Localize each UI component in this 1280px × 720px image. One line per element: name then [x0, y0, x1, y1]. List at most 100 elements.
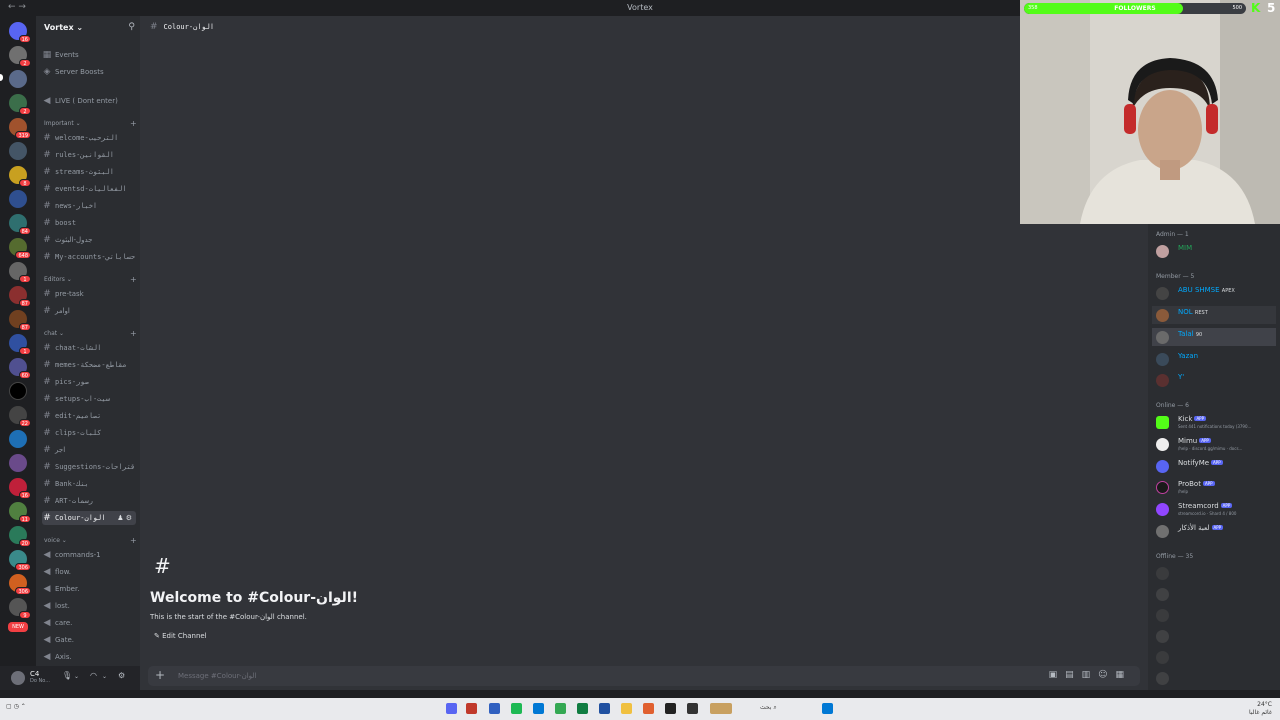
server-icon[interactable]: 1	[9, 334, 31, 355]
channel-item[interactable]: # setups-سيت-اب	[42, 392, 136, 406]
chevron-down-icon[interactable]: ⌄	[74, 673, 79, 680]
channel-item[interactable]: # clips-كلبات	[42, 426, 136, 440]
channel-item[interactable]: # اوامر	[42, 304, 136, 318]
server-icon[interactable]	[9, 430, 27, 448]
server-icon[interactable]	[9, 382, 27, 400]
server-icon[interactable]: 11	[9, 502, 31, 523]
server-icon[interactable]: 84	[9, 214, 31, 235]
mic-icon[interactable]: 🎙	[62, 671, 72, 680]
app-icon[interactable]	[710, 703, 732, 714]
edge-icon[interactable]	[533, 703, 544, 714]
server-icon[interactable]: 22	[9, 406, 31, 427]
server-icon[interactable]: 1	[9, 262, 31, 283]
channel-item[interactable]: # My-accounts-حساباتي	[42, 250, 136, 264]
member-item[interactable]: Mimu APP /help · discord.gg/mimu · docs..…	[1152, 435, 1276, 453]
voice-channel[interactable]: ◀ Axis.	[42, 650, 136, 664]
member-item[interactable]: Talal 90	[1152, 328, 1276, 346]
app-icon[interactable]	[489, 703, 500, 714]
server-icon[interactable]	[9, 454, 27, 472]
chevron-down-icon[interactable]: ⌄	[102, 673, 107, 680]
app-icon[interactable]	[687, 703, 698, 714]
home-icon[interactable]: 16	[9, 22, 31, 43]
excel-icon[interactable]	[577, 703, 588, 714]
windows-start-icon[interactable]	[822, 703, 833, 714]
category-chat[interactable]: chat ⌄ +	[44, 329, 137, 338]
member-item-offline[interactable]	[1152, 627, 1276, 645]
channel-item[interactable]: # streams-البثوث	[42, 165, 136, 179]
channel-item[interactable]: # edit-تصاميم	[42, 409, 136, 423]
channel-item-selected[interactable]: # Colour-الوان ♟ ⚙	[42, 511, 136, 525]
plus-icon[interactable]: +	[155, 668, 165, 682]
app-icon[interactable]	[665, 703, 676, 714]
app-icon[interactable]	[466, 703, 477, 714]
headphones-icon[interactable]: ◠	[90, 671, 97, 680]
voice-channel[interactable]: ◀ Gate.	[42, 633, 136, 647]
channel-item[interactable]: # chaat-الشات	[42, 341, 136, 355]
member-item[interactable]: لعبة الأذكار APP	[1152, 522, 1276, 540]
server-icon[interactable]: 2	[9, 46, 31, 67]
server-icon[interactable]: 60	[9, 358, 31, 379]
server-icon[interactable]	[9, 70, 27, 88]
server-icon[interactable]	[9, 190, 27, 208]
tray-left-icons[interactable]: ▢ ◷ ⌃	[6, 703, 26, 710]
channel-item[interactable]: # boost	[42, 216, 136, 230]
channel-item[interactable]: # Suggestions-اقتراحات	[42, 460, 136, 474]
voice-channel-live[interactable]: ◀ LIVE ( Dont enter)	[42, 94, 136, 108]
new-badge[interactable]: NEW	[8, 622, 28, 632]
member-item-offline[interactable]	[1152, 585, 1276, 603]
voice-channel[interactable]: ◀ flow.	[42, 565, 136, 579]
channel-item[interactable]: # pre-task	[42, 287, 136, 301]
message-input[interactable]: Message #Colour-الوان	[178, 672, 256, 680]
voice-channel[interactable]: ◀ care.	[42, 616, 136, 630]
spotify-icon[interactable]	[511, 703, 522, 714]
channel-item[interactable]: # memes-مقاطع-مضحكة	[42, 358, 136, 372]
member-item-offline[interactable]	[1152, 669, 1276, 687]
sidebar-item-events[interactable]: ▦ Events	[42, 48, 136, 62]
channel-item[interactable]: # جدول-البثوث	[42, 233, 136, 247]
channel-item[interactable]: # eventsd-الفعاليات	[42, 182, 136, 196]
taskbar-search[interactable]: بحث ⌕	[760, 704, 777, 712]
category-voice[interactable]: voice ⌄ +	[44, 536, 137, 545]
voice-channel[interactable]: ◀ commands-1	[42, 548, 136, 562]
server-icon[interactable]: 9	[9, 598, 31, 619]
discord-icon[interactable]	[446, 703, 457, 714]
channel-item[interactable]: # news-اخبار	[42, 199, 136, 213]
server-icon[interactable]: 306	[9, 550, 31, 571]
server-icon[interactable]: 16	[9, 478, 31, 499]
gear-icon[interactable]: ⚙	[118, 671, 125, 680]
edit-channel-button[interactable]: ✎ Edit Channel	[150, 631, 211, 641]
channel-item[interactable]: # ART-رسمات	[42, 494, 136, 508]
server-icon[interactable]: 20	[9, 526, 31, 547]
member-item-offline[interactable]	[1152, 564, 1276, 582]
app-icon[interactable]	[643, 703, 654, 714]
server-name-menu[interactable]: Vortex ⌄	[44, 23, 83, 32]
server-icon[interactable]	[9, 142, 27, 160]
server-icon[interactable]: 306	[9, 574, 31, 595]
avatar[interactable]	[11, 671, 25, 685]
message-composer[interactable]: + Message #Colour-الوان ▣▤▥☺▦	[148, 666, 1140, 686]
channel-item[interactable]: # pics-صور	[42, 375, 136, 389]
server-icon[interactable]: 87	[9, 286, 31, 307]
voice-channel[interactable]: ◀ lost.	[42, 599, 136, 613]
member-item-offline[interactable]	[1152, 648, 1276, 666]
folder-icon[interactable]	[621, 703, 632, 714]
member-item[interactable]: MIM	[1152, 242, 1276, 260]
server-icon[interactable]: 87	[9, 310, 31, 331]
member-item[interactable]: ABU SHMSE APEX	[1152, 284, 1276, 302]
channel-item[interactable]: # Bank-بنك	[42, 477, 136, 491]
category-editors[interactable]: Editors ⌄ +	[44, 275, 137, 284]
chrome-icon[interactable]	[555, 703, 566, 714]
server-icon[interactable]: 319	[9, 118, 31, 139]
channel-item[interactable]: # welcome-الترحيب	[42, 131, 136, 145]
member-item[interactable]: Yazan	[1152, 350, 1276, 368]
member-item[interactable]: NOL REST	[1152, 306, 1276, 324]
weather-widget[interactable]: 24°C غائم غالبا	[1249, 701, 1272, 717]
server-icon[interactable]: 2	[9, 94, 31, 115]
server-icon[interactable]: 648	[9, 238, 31, 259]
member-item[interactable]: Y'	[1152, 371, 1276, 389]
member-item[interactable]: ProBot APP /help	[1152, 478, 1276, 496]
channel-item[interactable]: # rules-القوانين	[42, 148, 136, 162]
channel-item[interactable]: # اجر	[42, 443, 136, 457]
server-icon[interactable]: 8	[9, 166, 31, 187]
sidebar-item-boosts[interactable]: ◈ Server Boosts	[42, 65, 136, 79]
